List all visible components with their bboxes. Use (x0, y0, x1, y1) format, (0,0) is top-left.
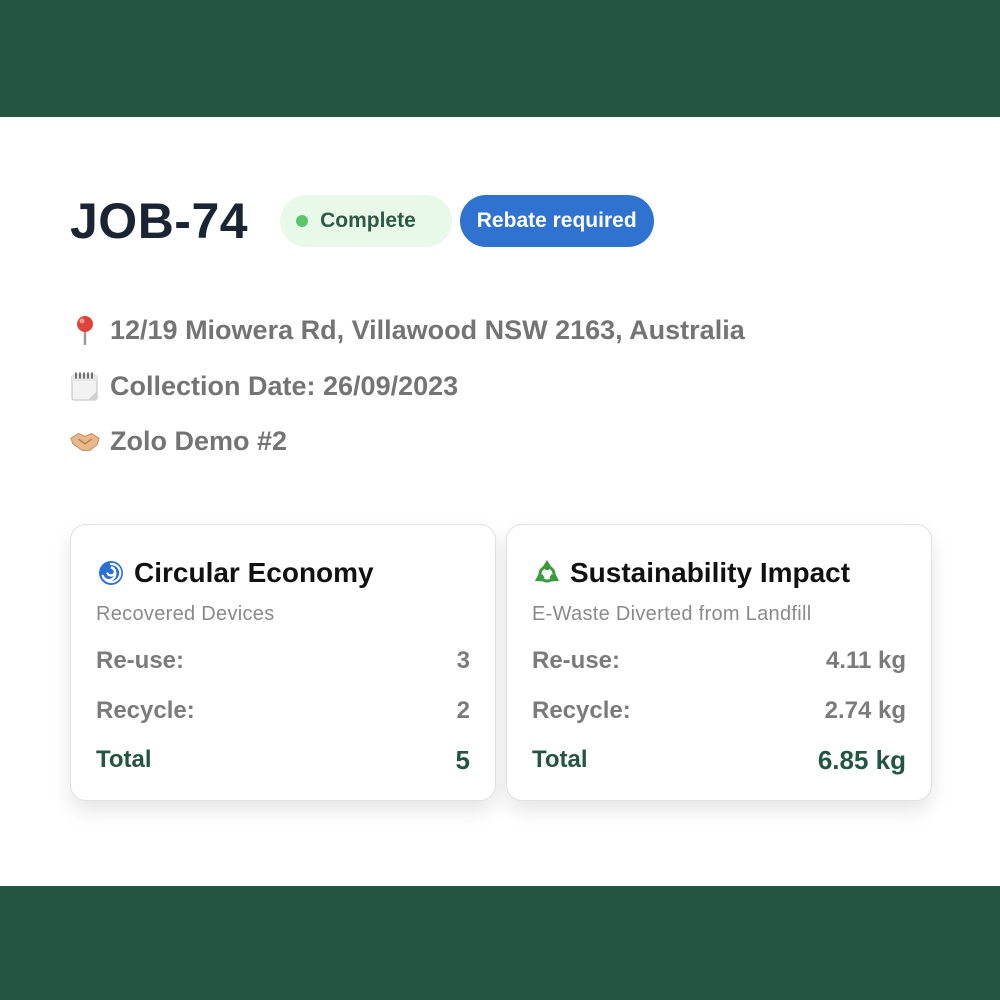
partner-text: Zolo Demo #2 (110, 425, 288, 456)
collection-date-line: Collection Date: 26/09/2023 (70, 366, 458, 406)
reuse-row: Re-use: 4.11 kg (532, 645, 906, 677)
total-row: Total 6.85 kg (532, 744, 906, 776)
address-line: 12/19 Miowera Rd, Villawood NSW 2163, Au… (70, 310, 745, 350)
recycle-icon (532, 558, 562, 588)
status-badge-label: Complete (320, 209, 416, 232)
rebate-badge-label: Rebate required (476, 209, 637, 232)
address-text: 12/19 Miowera Rd, Villawood NSW 2163, Au… (110, 314, 745, 345)
pin-icon (70, 313, 100, 347)
sustainability-impact-card: Sustainability Impact E-Waste Diverted f… (506, 524, 932, 801)
card-subtitle: Recovered Devices (96, 603, 275, 625)
calendar-icon (70, 369, 100, 403)
job-title: JOB-74 (70, 193, 249, 249)
top-banner (0, 0, 1000, 117)
reuse-row: Re-use: 3 (96, 645, 470, 677)
total-value: 6.85 kg (817, 744, 906, 775)
reuse-label: Re-use: (532, 647, 621, 674)
recycle-row: Recycle: 2 (96, 695, 470, 727)
status-dot-icon (296, 215, 309, 227)
card-title: Sustainability Impact (532, 555, 850, 591)
rebate-required-badge: Rebate required (459, 195, 654, 247)
collection-date-text: Collection Date: 26/09/2023 (110, 370, 459, 401)
card-title-text: Sustainability Impact (570, 557, 851, 588)
recycle-label: Recycle: (96, 697, 195, 724)
recycle-value: 2.74 kg (824, 697, 906, 724)
reuse-value: 4.11 kg (825, 647, 906, 674)
total-label: Total (532, 746, 588, 773)
status-badge-complete: Complete (280, 195, 452, 247)
job-header: JOB-74 Complete Rebate required (70, 195, 654, 247)
job-summary: JOB-74 Complete Rebate required 12/19 Mi… (70, 117, 932, 886)
reuse-label: Re-use: (96, 647, 185, 674)
total-row: Total 5 (96, 744, 470, 776)
recycle-value: 2 (456, 697, 470, 724)
handshake-icon (70, 424, 100, 458)
partner-line: Zolo Demo #2 (70, 421, 287, 461)
reuse-value: 3 (456, 647, 470, 674)
card-title: Circular Economy (96, 555, 374, 591)
circular-economy-card: Circular Economy Recovered Devices Re-us… (70, 524, 496, 801)
recycle-row: Recycle: 2.74 kg (532, 695, 906, 727)
card-title-text: Circular Economy (134, 557, 374, 588)
cyclone-icon (96, 558, 126, 588)
total-value: 5 (455, 744, 470, 775)
recycle-label: Recycle: (532, 697, 631, 724)
bottom-banner (0, 886, 1000, 1000)
total-label: Total (96, 746, 152, 773)
card-subtitle: E-Waste Diverted from Landfill (532, 603, 812, 625)
